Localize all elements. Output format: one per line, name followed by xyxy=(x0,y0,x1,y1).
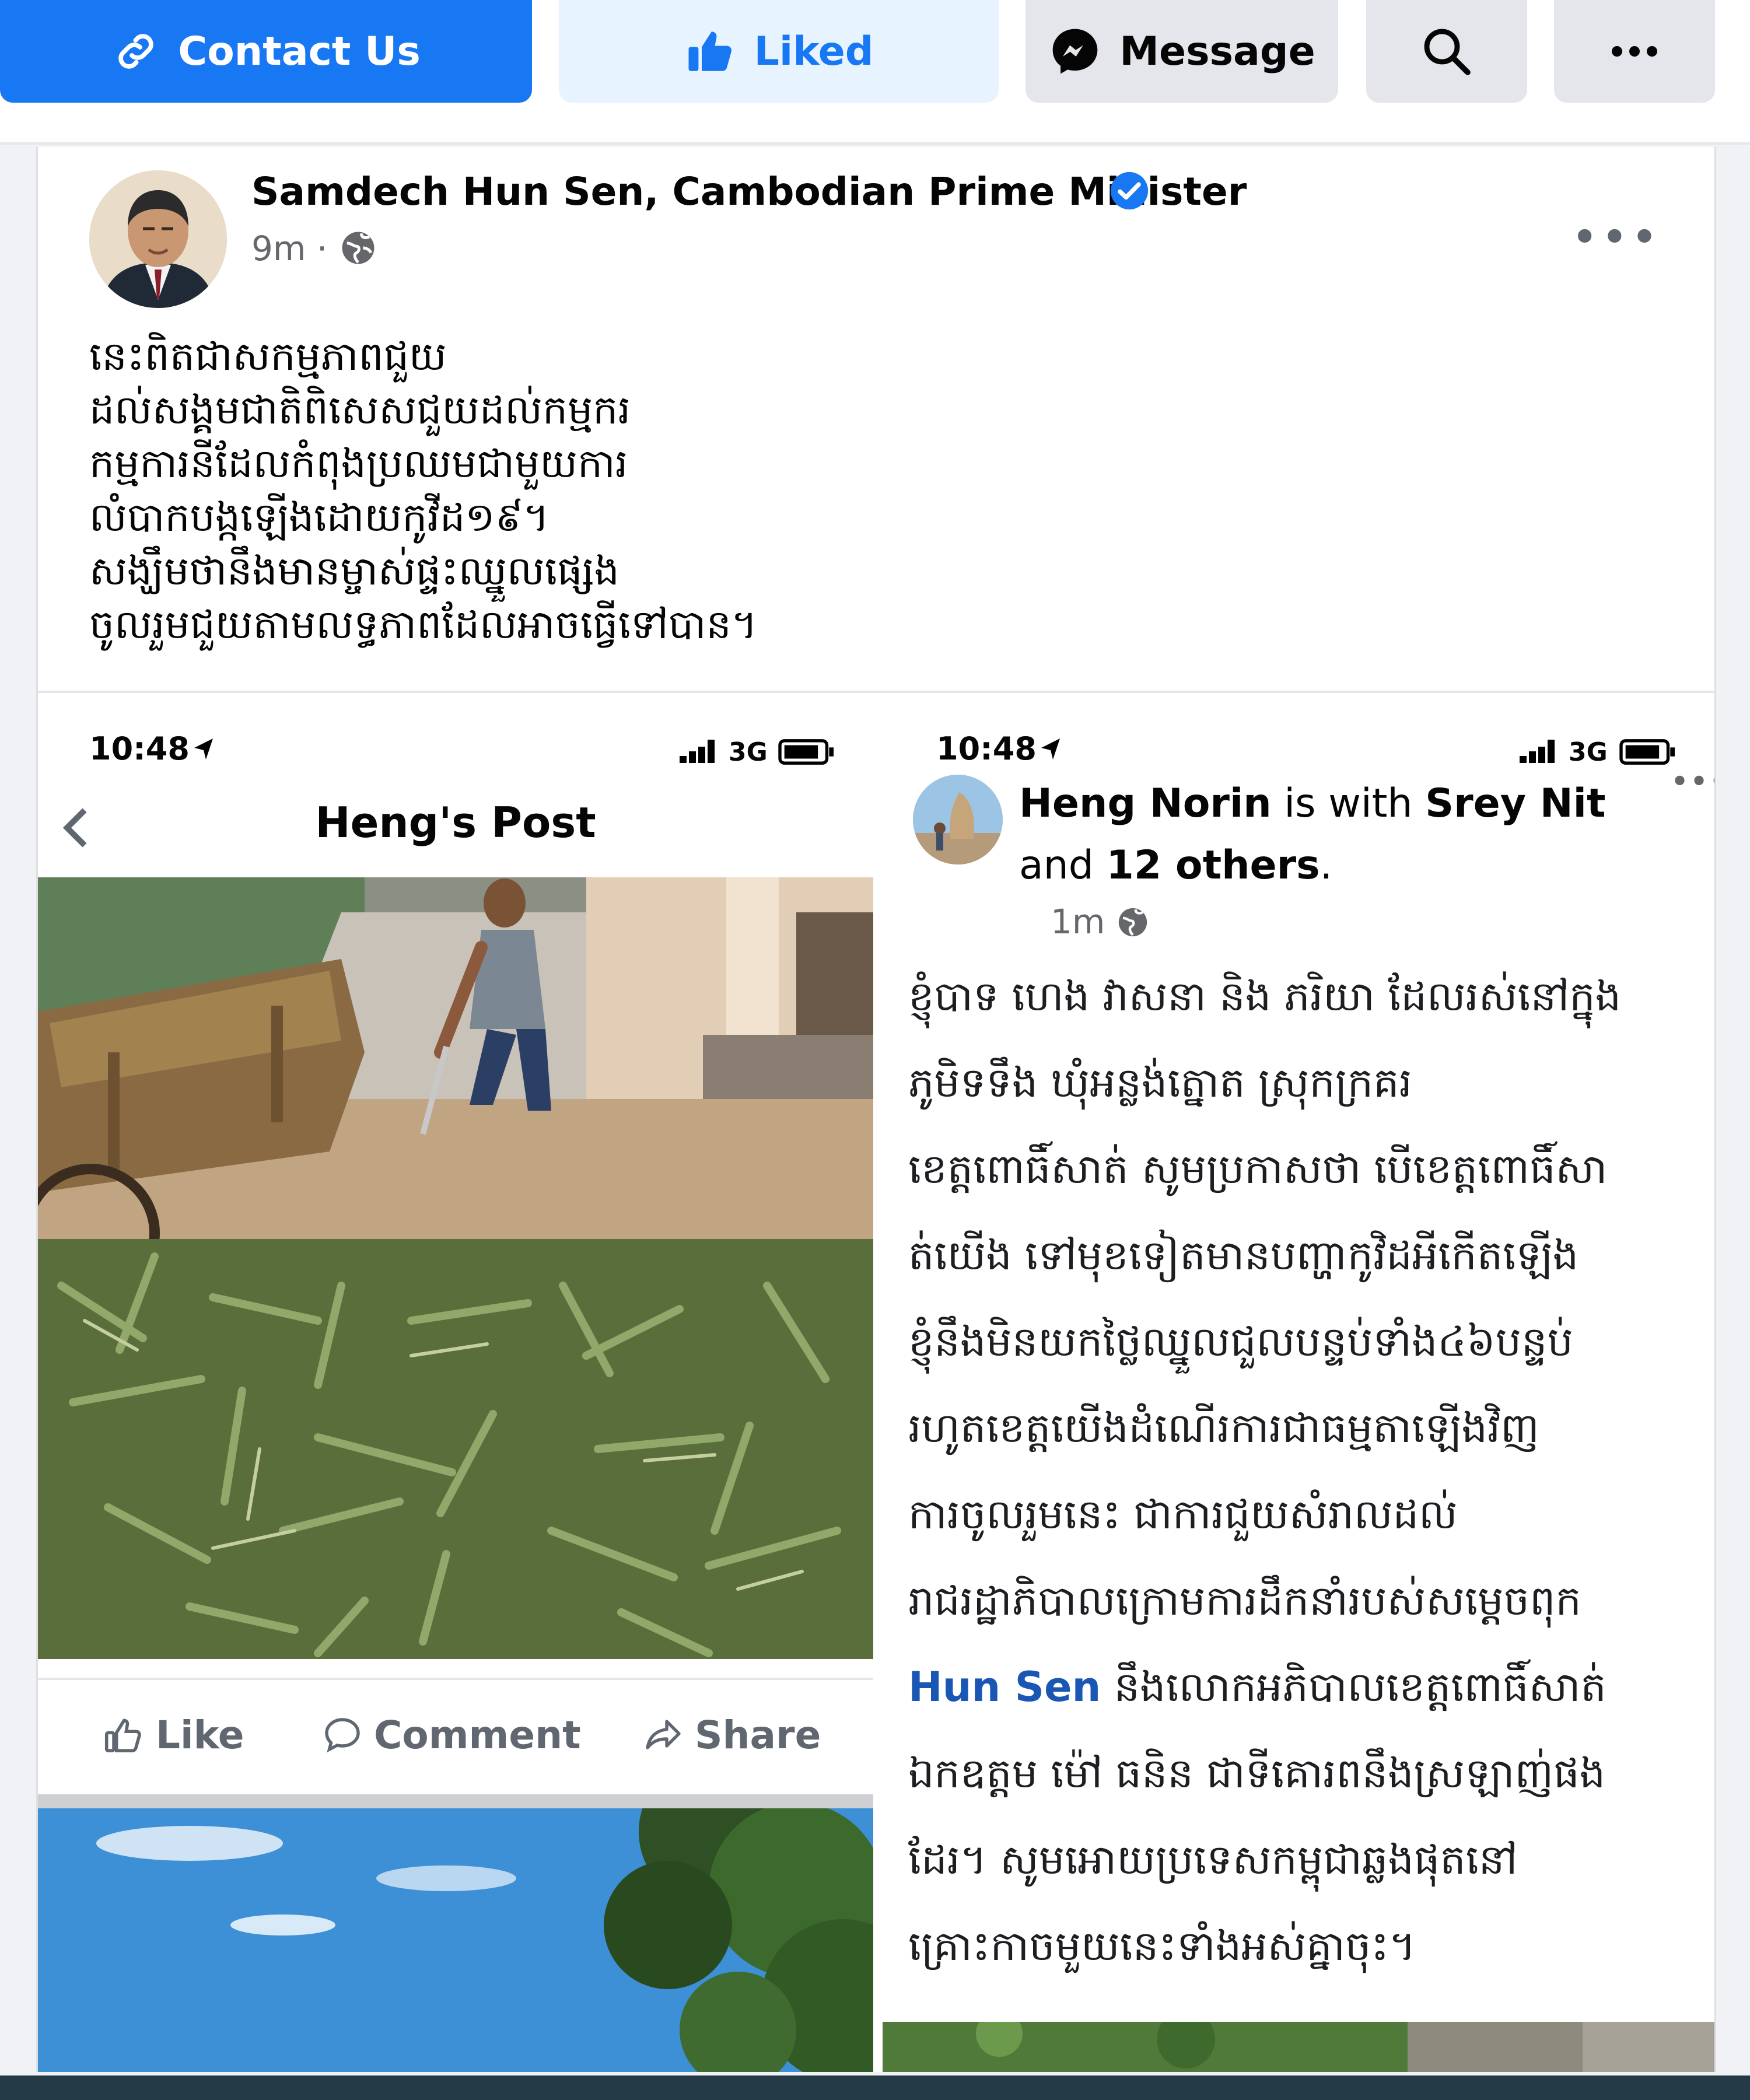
nested-text-line: រាជរដ្ឋាភិបាលក្រោមការដឹកនាំរបស់សម្តេចពុក xyxy=(908,1577,1581,1625)
message-button[interactable]: Message xyxy=(1026,0,1338,103)
share-action[interactable]: Share xyxy=(642,1713,821,1758)
nested-with-text: is with xyxy=(1271,780,1426,827)
os-taskbar xyxy=(0,2076,1750,2100)
verified-icon xyxy=(1110,172,1149,210)
more-options-button[interactable] xyxy=(1554,0,1715,103)
tagged-person[interactable]: Srey Nit xyxy=(1425,780,1605,827)
share-label: Share xyxy=(695,1713,821,1758)
search-button[interactable] xyxy=(1366,0,1527,103)
nested-author-avatar[interactable] xyxy=(913,775,1003,864)
network-type: 3G xyxy=(1569,737,1608,767)
nested-author-line: Heng Norin is with Srey Nit xyxy=(1019,780,1605,827)
screenshot-title: Heng's Post xyxy=(315,798,596,847)
globe-icon xyxy=(1118,908,1147,937)
post-card: Samdech Hun Sen, Cambodian Prime Ministe… xyxy=(36,147,1716,2072)
post-options-icon[interactable]: ••• xyxy=(1571,210,1661,264)
nested-text-line: Hun Sen នឹងលោកអភិបាលខេត្តពោធិ៍សាត់ xyxy=(908,1658,1606,1716)
globe-icon xyxy=(342,232,374,264)
screenshot-actions: Like Comment Share xyxy=(38,1678,873,1788)
status-time: 10:48 xyxy=(89,730,190,767)
thumbs-up-icon xyxy=(104,1718,141,1752)
comment-icon xyxy=(325,1717,360,1752)
author-name[interactable]: Samdech Hun Sen, Cambodian Prime Ministe… xyxy=(251,169,1247,214)
post-text-line: នេះពិតជាសកម្មភាពជួយ xyxy=(89,334,447,380)
comment-label: Comment xyxy=(374,1713,581,1758)
share-icon xyxy=(646,1719,681,1749)
nested-text-segment: នឹងលោកអភិបាលខេត្តពោធិ៍សាត់ xyxy=(1114,1663,1606,1711)
cleanup-photo[interactable] xyxy=(38,877,873,1659)
nested-text-line: ការចូលរួមនេះ ជាការជួយសំរាលដល់ xyxy=(908,1490,1458,1538)
nested-text-line: គ្រោះកាចមួយនេះទាំងអស់គ្នាចុះ។ xyxy=(908,1922,1416,1970)
liked-button[interactable]: Liked xyxy=(559,0,999,103)
nested-text-line: ខ្ញុំបាទ ហេង វាសនា និង ភរិយា ដែលរស់នៅក្ន… xyxy=(908,972,1622,1020)
nested-text-line: ខេត្តពោធិ៍សាត់ សូមប្រកាសថា បើខេត្តពោធិ៍ស… xyxy=(908,1145,1608,1193)
nested-text-line: រហូតខេត្តយើងដំណើរការជាធម្មតាឡើងវិញ xyxy=(908,1404,1539,1452)
search-icon xyxy=(1424,29,1471,75)
signal-icon xyxy=(1520,740,1555,763)
nested-text-line: ឯកឧត្តម ម៉ៅ ធនិន ជាទីគោរពនឹងស្រឡាញ់ផង xyxy=(908,1749,1606,1797)
location-arrow-icon xyxy=(194,738,213,760)
status-time: 10:48 xyxy=(936,730,1037,767)
nested-author-line-2: and 12 others. xyxy=(1019,842,1332,888)
nested-more-icon[interactable]: ••• xyxy=(1670,763,1714,801)
contact-us-label: Contact Us xyxy=(178,28,421,75)
divider xyxy=(38,1794,873,1808)
message-label: Message xyxy=(1119,28,1315,75)
nested-photo-strip[interactable] xyxy=(883,2022,1714,2072)
page-action-bar: Contact Us Liked Message xyxy=(0,0,1750,145)
nested-and-text: and xyxy=(1019,842,1107,888)
nested-author-name[interactable]: Heng Norin xyxy=(1019,780,1272,827)
post-text-line: លំបាកបង្កឡើងដោយកូវីដ១៩។ xyxy=(89,495,550,541)
nested-text-line: ត់យើង ទៅមុខទៀតមានបញ្ហាកូវិដអីកើតឡើង xyxy=(908,1231,1579,1279)
thumbs-up-icon xyxy=(688,32,732,71)
nested-text-line: ភូមិទទឹង ឃុំអន្លង់ត្នោត ស្រុកក្រគរ xyxy=(908,1059,1412,1107)
post-text-line: សង្ឃឹមថានឹងមានម្ចាស់ផ្ទះឈ្នួលផ្សេង xyxy=(89,548,620,594)
tagged-others[interactable]: 12 others xyxy=(1107,842,1320,888)
nested-text-line: ខ្ញុំនឹងមិនយកថ្លៃឈ្នួលជួលបន្ទប់ទាំង៤៦បន្… xyxy=(908,1318,1573,1366)
screenshot-right[interactable]: 10:48 3G Heng Norin is with Srey Nit and… xyxy=(883,693,1714,2072)
link-icon xyxy=(118,34,153,69)
battery-icon xyxy=(778,739,834,765)
like-label: Like xyxy=(156,1713,244,1758)
liked-label: Liked xyxy=(754,28,874,75)
nested-timestamp: 1m · xyxy=(1051,902,1127,942)
contact-us-button[interactable]: Contact Us xyxy=(0,0,532,103)
comment-action[interactable]: Comment xyxy=(321,1713,581,1758)
post-text-line: ដល់សង្គមជាតិពិសេសជួយដល់កម្មករ xyxy=(89,387,631,433)
post-text-line: ចូលរួមជួយតាមលទ្ធភាពដែលអាចធ្វើទៅបាន។ xyxy=(89,602,758,648)
like-action[interactable]: Like xyxy=(102,1713,244,1758)
more-icon xyxy=(1612,46,1657,57)
author-avatar[interactable] xyxy=(89,170,227,308)
battery-icon xyxy=(1619,739,1675,765)
signal-icon xyxy=(680,740,715,763)
messenger-icon xyxy=(1052,29,1098,74)
screenshot-left[interactable]: 10:48 3G Heng's Post Like Comment Share xyxy=(38,693,873,2072)
nested-text-line: ដែរ។ សូមអោយប្រទេសកម្ពុជាឆ្លងផុតនៅ xyxy=(908,1836,1518,1884)
location-arrow-icon xyxy=(1041,738,1060,760)
sky-photo[interactable] xyxy=(38,1808,873,2072)
post-timestamp[interactable]: 9m · xyxy=(251,229,327,268)
post-text-line: កម្មការនីដែលកំពុងប្រឈមជាមួយការ xyxy=(89,441,628,487)
hun-sen-mention[interactable]: Hun Sen xyxy=(908,1663,1101,1711)
post-images[interactable]: 10:48 3G Heng's Post Like Comment Share … xyxy=(38,691,1714,2072)
network-type: 3G xyxy=(729,737,768,767)
nested-period: . xyxy=(1320,842,1333,888)
